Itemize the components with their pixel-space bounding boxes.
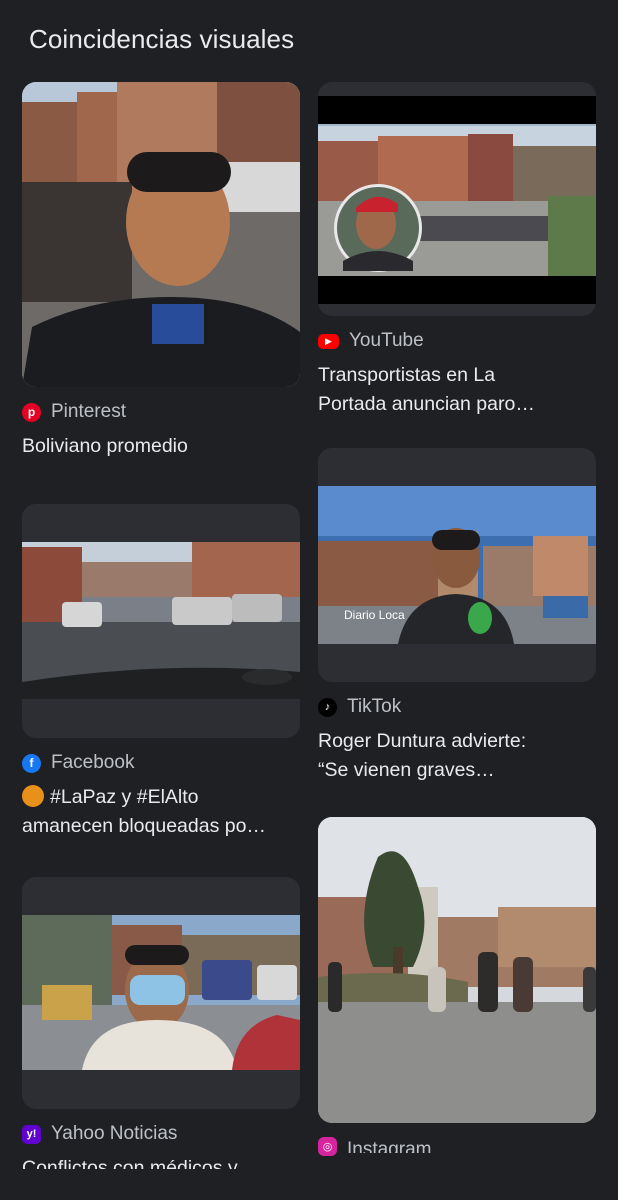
caption-line-2: amanecen bloqueadas po… [22,815,266,837]
pinterest-icon: p [22,402,41,422]
selfie-street-image [22,82,300,387]
video-street-image [318,96,596,304]
source-name: Facebook [51,752,135,773]
result-source-3[interactable]: f Facebook [22,752,300,774]
result-card-instagram[interactable]: ◎ Instagram [318,817,596,1157]
street-windshield-image [22,542,300,699]
result-card-facebook[interactable]: f Facebook #LaPaz y #ElAlto amanecen blo… [22,504,300,841]
result-thumbnail-5[interactable] [22,877,300,1109]
caption-line-1: Transportistas en La [318,364,496,386]
facebook-icon: f [22,753,41,773]
square-crowd-image [318,817,596,1123]
result-card-tiktok[interactable]: Diario Loca ♪ TikTok Roger Duntura advie… [318,448,596,785]
tiktok-icon: ♪ [318,697,337,717]
result-thumbnail-4[interactable]: Diario Loca [318,448,596,682]
result-source-1[interactable]: p Pinterest [22,401,300,423]
source-name: Pinterest [51,401,126,422]
result-source-5[interactable]: y! Yahoo Noticias [22,1123,300,1145]
page-title: Coincidencias visuales [29,24,295,54]
result-thumbnail-6[interactable] [318,817,596,1123]
result-card-pinterest[interactable]: p Pinterest Boliviano promedio [22,82,300,461]
interview-street-image [22,915,300,1070]
source-name: TikTok [347,696,402,717]
result-caption-4[interactable]: Roger Duntura advierte: “Se vienen grave… [318,727,596,785]
result-thumbnail-1[interactable] [22,82,300,387]
result-card-yahoo[interactable]: y! Yahoo Noticias Conflictos con médicos… [22,877,300,1169]
caption-line-2: “Se vienen graves… [318,759,495,781]
result-caption-5[interactable]: Conflictos con médicos y [22,1154,300,1169]
instagram-icon: ◎ [318,1136,337,1156]
source-name: YouTube [349,330,424,351]
orange-circle-emoji-icon [22,785,44,807]
result-card-youtube[interactable]: ▶ YouTube Transportistas en La Portada a… [318,82,596,419]
result-thumbnail-2[interactable] [318,82,596,316]
youtube-icon: ▶ [318,333,339,349]
result-caption-1[interactable]: Boliviano promedio [22,432,300,461]
caption-line-1: #LaPaz y #ElAlto [50,786,199,808]
result-source-4[interactable]: ♪ TikTok [318,696,596,718]
caption-line-1: Roger Duntura advierte: [318,730,527,752]
yahoo-icon: y! [22,1124,41,1144]
result-caption-2[interactable]: Transportistas en La Portada anuncian pa… [318,361,596,419]
result-caption-3[interactable]: #LaPaz y #ElAlto amanecen bloqueadas po… [22,783,300,841]
result-thumbnail-3[interactable] [22,504,300,738]
caption-line-2: Portada anuncian paro… [318,393,535,415]
source-name: Yahoo Noticias [51,1123,178,1144]
result-source-2[interactable]: ▶ YouTube [318,330,596,352]
video-watermark: Diario Loca [344,608,405,622]
source-name: Instagram [347,1139,432,1153]
result-source-6[interactable]: ◎ Instagram [318,1135,596,1157]
